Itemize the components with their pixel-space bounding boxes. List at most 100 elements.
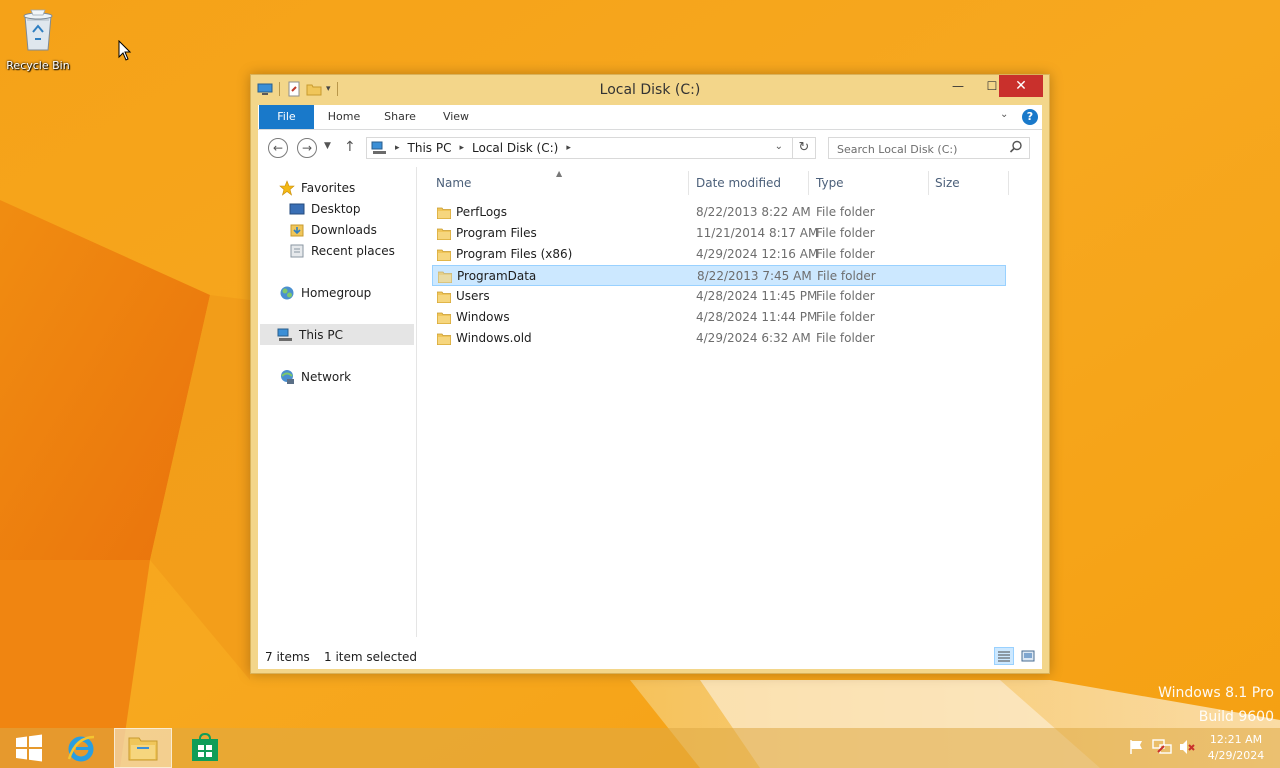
minimize-button[interactable]: — (941, 75, 975, 97)
file-explorer-window: ▾ Local Disk (C:) — ☐ ✕ File Home Share … (250, 74, 1050, 674)
file-type: File folder (816, 310, 875, 324)
file-name: Windows (456, 310, 510, 324)
nav-downloads[interactable]: Downloads (288, 219, 377, 240)
title-bar[interactable]: ▾ Local Disk (C:) — ☐ ✕ (251, 75, 1049, 105)
windows-edition-watermark: Windows 8.1 Pro (1158, 685, 1274, 701)
tab-view[interactable]: View (430, 105, 482, 129)
action-center-flag-icon[interactable] (1128, 738, 1146, 756)
taskbar-clock[interactable]: 12:21 AM 4/29/2024 (1204, 732, 1268, 764)
column-header-date-modified[interactable]: Date modified (696, 167, 781, 199)
nav-recent-places[interactable]: Recent places (288, 240, 395, 261)
folder-icon (438, 271, 452, 283)
start-button[interactable] (0, 728, 58, 768)
file-row[interactable]: Windows.old 4/29/2024 6:32 AM File folde… (432, 328, 1006, 349)
refresh-button[interactable]: ↻ (792, 137, 816, 159)
nav-recent-places-label: Recent places (311, 243, 395, 258)
network-status-icon[interactable] (1152, 738, 1172, 756)
breadcrumb-this-pc[interactable]: This PC (408, 141, 452, 155)
file-name: ProgramData (457, 269, 537, 283)
recycle-bin-shortcut[interactable]: Recycle Bin (4, 6, 72, 72)
file-date: 4/28/2024 11:44 PM (696, 310, 818, 324)
column-divider[interactable] (688, 171, 689, 195)
file-list: ▲ Name Date modified Type Size PerfLogs … (418, 167, 1042, 637)
navigation-pane: Favorites Desktop Downloads Recent place… (258, 167, 417, 637)
file-type: File folder (816, 289, 875, 303)
breadcrumb-separator-icon[interactable]: ▸ (566, 143, 571, 153)
tab-home[interactable]: Home (318, 105, 370, 129)
search-input[interactable] (835, 139, 1009, 159)
downloads-icon (288, 222, 306, 238)
file-explorer-taskbar-button[interactable] (114, 728, 172, 768)
recent-locations-dropdown-icon[interactable]: ▼ (324, 141, 331, 151)
column-divider[interactable] (1008, 171, 1009, 195)
file-name: Windows.old (456, 331, 532, 345)
close-button[interactable]: ✕ (999, 75, 1043, 97)
tab-share[interactable]: Share (372, 105, 428, 129)
windows-logo-icon (16, 734, 42, 762)
file-name: Program Files (x86) (456, 247, 573, 261)
file-date: 4/29/2024 6:32 AM (696, 331, 811, 345)
nav-downloads-label: Downloads (311, 222, 377, 237)
folder-icon (437, 333, 451, 345)
file-name: PerfLogs (456, 205, 508, 219)
file-type: File folder (817, 269, 876, 283)
search-box[interactable] (828, 137, 1030, 159)
up-arrow-icon[interactable]: ↑ (344, 139, 356, 155)
breadcrumb-separator-icon[interactable]: ▸ (395, 143, 400, 153)
column-header-size[interactable]: Size (935, 167, 960, 199)
nav-homegroup-label: Homegroup (301, 285, 372, 300)
column-header-type[interactable]: Type (816, 167, 844, 199)
nav-homegroup[interactable]: Homegroup (278, 282, 371, 303)
star-icon (278, 179, 296, 196)
details-view-button[interactable] (994, 647, 1014, 665)
file-row[interactable]: Program Files (x86) 4/29/2024 12:16 AM F… (432, 244, 1006, 265)
file-row[interactable]: Windows 4/28/2024 11:44 PM File folder (432, 307, 1006, 328)
volume-muted-icon[interactable] (1178, 738, 1196, 756)
status-bar: 7 items 1 item selected (258, 645, 1042, 667)
column-divider[interactable] (928, 171, 929, 195)
file-row[interactable]: Program Files 11/21/2014 8:17 AM File fo… (432, 223, 1006, 244)
window-title: Local Disk (C:) (599, 82, 701, 98)
internet-explorer-button[interactable] (52, 728, 110, 768)
back-arrow-icon: ← (272, 141, 284, 155)
large-icons-view-button[interactable] (1018, 647, 1038, 665)
nav-network[interactable]: Network (278, 366, 351, 387)
tab-file[interactable]: File (259, 105, 314, 129)
mouse-cursor-icon (118, 40, 132, 61)
file-explorer-icon (128, 737, 158, 761)
details-view-icon (998, 651, 1010, 662)
file-row[interactable]: PerfLogs 8/22/2013 8:22 AM File folder (432, 202, 1006, 223)
file-row[interactable]: Users 4/28/2024 11:45 PM File folder (432, 286, 1006, 307)
store-button[interactable] (176, 728, 234, 768)
expand-ribbon-icon[interactable]: ⌄ (1000, 109, 1008, 120)
file-type: File folder (816, 331, 875, 345)
help-icon[interactable]: ? (1022, 109, 1038, 125)
breadcrumb-local-disk[interactable]: Local Disk (C:) (472, 141, 558, 155)
nav-desktop[interactable]: Desktop (288, 198, 361, 219)
file-name: Users (456, 289, 490, 303)
address-history-dropdown-icon[interactable]: ⌄ (775, 141, 783, 152)
nav-this-pc[interactable]: This PC (260, 324, 414, 345)
file-date: 11/21/2014 8:17 AM (696, 226, 819, 240)
ribbon-tab-bar: File Home Share View ⌄ ? (258, 105, 1042, 130)
recycle-bin-icon (23, 9, 53, 51)
forward-button[interactable]: → (297, 138, 317, 158)
file-type: File folder (816, 205, 875, 219)
file-row-selected[interactable]: ProgramData 8/22/2013 7:45 AM File folde… (432, 265, 1006, 286)
desktop-icon (288, 201, 306, 217)
file-type: File folder (816, 226, 875, 240)
forward-arrow-icon: → (301, 141, 313, 155)
address-bar[interactable]: ▸ This PC ▸ Local Disk (C:) ▸ ⌄ (366, 137, 816, 159)
nav-favorites-label: Favorites (301, 180, 356, 195)
column-header-name[interactable]: Name (436, 167, 471, 199)
nav-favorites[interactable]: Favorites (278, 177, 355, 198)
item-count: 7 items (265, 650, 310, 664)
file-date: 4/29/2024 12:16 AM (696, 247, 819, 261)
file-date: 8/22/2013 8:22 AM (696, 205, 811, 219)
breadcrumb-separator-icon[interactable]: ▸ (459, 143, 464, 153)
back-button[interactable]: ← (268, 138, 288, 158)
file-date: 8/22/2013 7:45 AM (697, 269, 812, 283)
search-icon[interactable] (1009, 140, 1023, 154)
column-divider[interactable] (808, 171, 809, 195)
homegroup-icon (278, 285, 296, 301)
